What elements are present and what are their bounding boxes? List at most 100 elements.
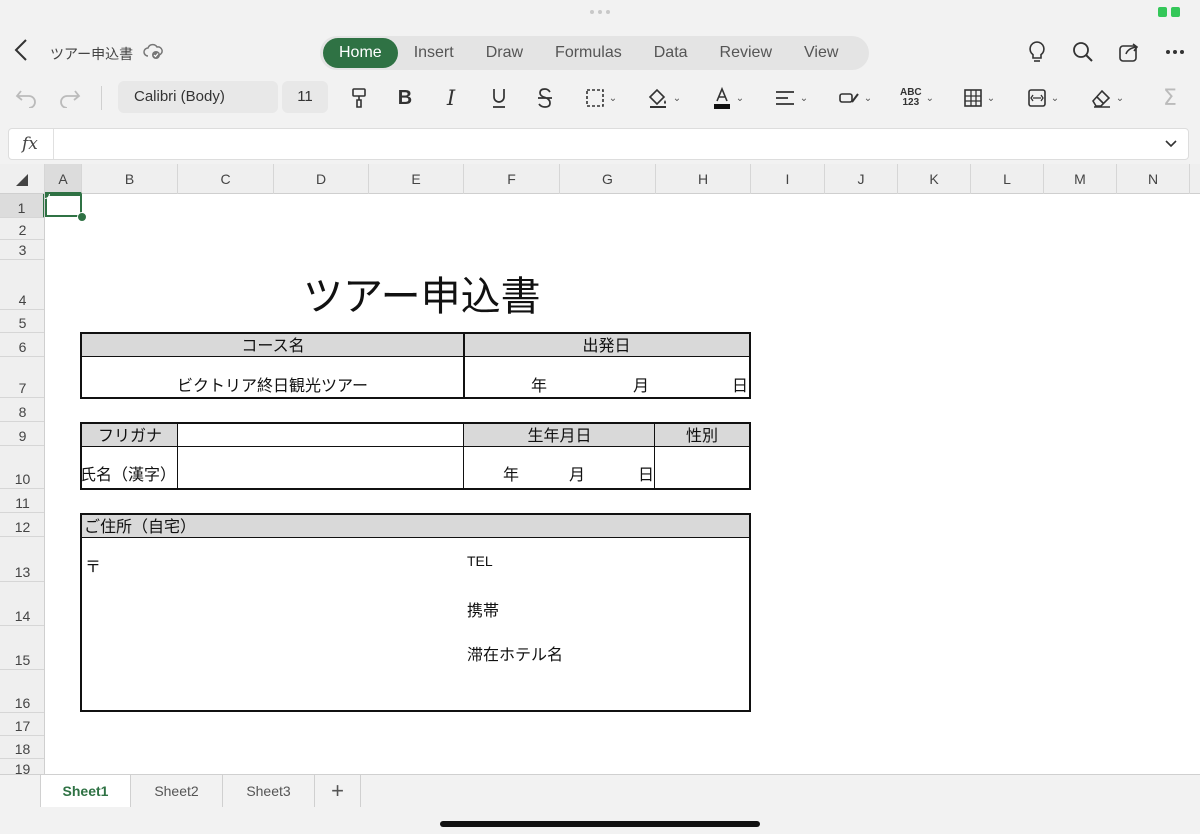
underline-icon[interactable] xyxy=(486,82,512,114)
address-header-cell[interactable]: ご住所（自宅） xyxy=(82,515,749,538)
undo-icon[interactable] xyxy=(12,82,40,114)
row-header[interactable]: 19 xyxy=(0,759,44,774)
select-all-button[interactable] xyxy=(0,164,45,194)
row-header[interactable]: 13 xyxy=(0,537,44,582)
column-header[interactable]: C xyxy=(178,164,274,194)
row-header[interactable]: 11 xyxy=(0,489,44,513)
home-indicator[interactable] xyxy=(440,821,760,827)
column-header[interactable]: J xyxy=(825,164,898,194)
row-header[interactable]: 8 xyxy=(0,398,44,422)
row-header[interactable]: 3 xyxy=(0,240,44,260)
chevron-down-icon: ⌄ xyxy=(925,92,935,104)
row-header[interactable]: 6 xyxy=(0,333,44,357)
row-header[interactable]: 18 xyxy=(0,736,44,759)
sheet-tab-sheet1[interactable]: Sheet1 xyxy=(40,775,131,807)
row-header[interactable]: 14 xyxy=(0,582,44,626)
lightbulb-icon[interactable] xyxy=(1024,38,1050,66)
column-header[interactable]: K xyxy=(898,164,971,194)
document-title[interactable]: ツアー申込書 xyxy=(50,44,133,64)
fill-color-dropdown[interactable]: ⌄ xyxy=(642,82,686,114)
number-format-dropdown[interactable]: ABC 123 ⌄ xyxy=(896,82,938,114)
italic-icon[interactable]: I xyxy=(438,82,464,114)
gender-header-cell[interactable]: 性別 xyxy=(655,424,749,447)
row-header[interactable]: 12 xyxy=(0,513,44,537)
row-header[interactable]: 7 xyxy=(0,357,44,398)
formula-input[interactable] xyxy=(63,135,1148,155)
column-header[interactable]: N xyxy=(1117,164,1190,194)
tel-label[interactable]: TEL xyxy=(467,553,493,569)
tab-insert[interactable]: Insert xyxy=(398,38,470,68)
sheet-tab-sheet3[interactable]: Sheet3 xyxy=(223,775,315,807)
name-label-cell[interactable]: 氏名（漢字） xyxy=(80,461,176,485)
column-header[interactable]: F xyxy=(464,164,560,194)
autosum-icon[interactable]: Σ xyxy=(1150,82,1190,114)
strikethrough-icon[interactable] xyxy=(532,82,558,114)
column-header[interactable]: I xyxy=(751,164,825,194)
clear-dropdown[interactable]: ⌄ xyxy=(1086,82,1128,114)
mobile-label[interactable]: 携帯 xyxy=(467,597,499,621)
column-header[interactable]: A xyxy=(45,164,82,194)
wrap-text-dropdown[interactable]: ⌄ xyxy=(834,82,876,114)
bold-icon[interactable]: B xyxy=(392,82,418,114)
row-header[interactable]: 1 xyxy=(0,194,44,218)
function-icon[interactable]: fx xyxy=(22,134,38,154)
column-header[interactable]: G xyxy=(560,164,656,194)
row-header[interactable]: 17 xyxy=(0,713,44,736)
add-sheet-button[interactable]: + xyxy=(315,775,361,807)
wrap-text-icon xyxy=(838,93,859,103)
table-dropdown[interactable]: ⌄ xyxy=(958,82,1000,114)
selection-handle[interactable] xyxy=(77,212,87,222)
row-header[interactable]: 4 xyxy=(0,260,44,310)
back-button[interactable] xyxy=(14,38,38,66)
cell-divider xyxy=(654,424,655,488)
multitasking-handle[interactable] xyxy=(590,10,612,14)
row-header[interactable]: 5 xyxy=(0,310,44,333)
row-header[interactable]: 10 xyxy=(0,446,44,489)
sheet-grid[interactable]: ツアー申込書 コース名 出発日 ビクトリア終日観光ツアー 年 月 日 フリガナ … xyxy=(45,194,1200,774)
column-header[interactable]: D xyxy=(274,164,369,194)
font-size-select[interactable]: 11 xyxy=(282,81,328,113)
address-table: ご住所（自宅） 〒 TEL 携帯 滞在ホテル名 xyxy=(80,513,751,712)
cloud-sync-icon[interactable] xyxy=(143,43,163,61)
align-dropdown[interactable]: ⌄ xyxy=(770,82,812,114)
tab-home[interactable]: Home xyxy=(323,38,398,68)
redo-icon[interactable] xyxy=(56,82,84,114)
tab-view[interactable]: View xyxy=(788,38,854,68)
more-icon[interactable] xyxy=(1162,38,1188,66)
course-header-cell[interactable]: コース名 xyxy=(82,334,464,357)
tab-review[interactable]: Review xyxy=(704,38,788,68)
font-name-select[interactable]: Calibri (Body) xyxy=(118,81,278,113)
furigana-label-cell[interactable]: フリガナ xyxy=(82,424,178,447)
column-header[interactable]: B xyxy=(82,164,178,194)
font-color-dropdown[interactable]: ⌄ xyxy=(706,82,750,114)
column-header[interactable]: L xyxy=(971,164,1044,194)
birth-day-label: 日 xyxy=(638,465,655,484)
sheet-tab-sheet2[interactable]: Sheet2 xyxy=(131,775,223,807)
birthdate-header-cell[interactable]: 生年月日 xyxy=(464,424,655,447)
hotel-label[interactable]: 滞在ホテル名 xyxy=(467,641,563,665)
column-header[interactable]: H xyxy=(656,164,751,194)
row-header[interactable]: 15 xyxy=(0,626,44,670)
birth-year-label: 年 xyxy=(503,465,520,484)
departure-header-cell[interactable]: 出発日 xyxy=(464,334,749,357)
course-value-cell[interactable]: ビクトリア終日観光ツアー xyxy=(177,372,368,396)
share-icon[interactable] xyxy=(1116,38,1142,66)
selected-cell[interactable] xyxy=(45,194,82,217)
row-header[interactable]: 16 xyxy=(0,670,44,713)
column-header[interactable]: E xyxy=(369,164,464,194)
furigana-input-cell[interactable] xyxy=(178,424,464,447)
tab-formulas[interactable]: Formulas xyxy=(539,38,638,68)
postal-mark[interactable]: 〒 xyxy=(85,553,101,577)
cell-size-dropdown[interactable]: ⌄ xyxy=(1022,82,1064,114)
expand-formula-button[interactable] xyxy=(1164,135,1178,154)
borders-dropdown[interactable]: ⌄ xyxy=(580,82,622,114)
tab-draw[interactable]: Draw xyxy=(470,38,539,68)
form-title[interactable]: ツアー申込書 xyxy=(303,264,541,322)
format-painter-icon[interactable] xyxy=(346,82,372,114)
tab-data[interactable]: Data xyxy=(638,38,704,68)
formula-bar[interactable]: fx xyxy=(8,128,1189,160)
row-header[interactable]: 2 xyxy=(0,218,44,240)
row-header[interactable]: 9 xyxy=(0,422,44,446)
column-header[interactable]: M xyxy=(1044,164,1117,194)
search-icon[interactable] xyxy=(1070,38,1096,66)
